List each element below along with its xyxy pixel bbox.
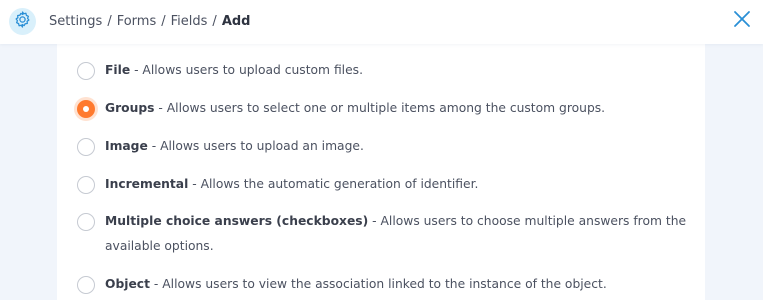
option-name: Object bbox=[105, 277, 150, 291]
breadcrumb: Settings / Forms / Fields / Add bbox=[49, 13, 251, 30]
radio-incremental[interactable] bbox=[77, 176, 95, 194]
gear-icon bbox=[13, 10, 32, 33]
radio-groups-selected[interactable] bbox=[77, 100, 95, 118]
breadcrumb-separator: / bbox=[107, 14, 112, 29]
option-incremental-text: Incremental - Allows the automatic gener… bbox=[105, 172, 695, 197]
option-image-text: Image - Allows users to upload an image. bbox=[105, 134, 695, 159]
breadcrumb-forms[interactable]: Forms bbox=[117, 14, 157, 29]
option-name: Groups bbox=[105, 101, 155, 115]
option-multiple-choice-text: Multiple choice answers (checkboxes) - A… bbox=[105, 209, 695, 259]
option-groups-text: Groups - Allows users to select one or m… bbox=[105, 96, 695, 121]
option-name: Incremental bbox=[105, 177, 189, 191]
close-button[interactable] bbox=[731, 10, 753, 32]
field-type-panel: File - Allows users to upload custom fil… bbox=[57, 44, 705, 300]
option-name: Image bbox=[105, 139, 148, 153]
breadcrumb-settings[interactable]: Settings bbox=[49, 14, 102, 29]
option-description: - Allows users to select one or multiple… bbox=[154, 101, 606, 115]
breadcrumb-separator: / bbox=[212, 14, 217, 29]
header-bar: Settings / Forms / Fields / Add bbox=[0, 0, 763, 44]
breadcrumb-separator: / bbox=[161, 14, 166, 29]
option-description: - Allows users to upload an image. bbox=[147, 139, 364, 153]
option-description: - Allows users to upload custom files. bbox=[130, 63, 363, 77]
radio-file[interactable] bbox=[77, 62, 95, 80]
option-description: - Allows users to view the association l… bbox=[149, 277, 607, 291]
option-name: File bbox=[105, 63, 131, 77]
close-icon bbox=[733, 10, 751, 32]
option-description: - Allows the automatic generation of ide… bbox=[188, 177, 479, 191]
option-object-text: Object - Allows users to view the associ… bbox=[105, 272, 695, 297]
breadcrumb-fields[interactable]: Fields bbox=[171, 14, 208, 29]
breadcrumb-current: Add bbox=[221, 14, 251, 29]
option-file-text: File - Allows users to upload custom fil… bbox=[105, 58, 695, 83]
radio-image[interactable] bbox=[77, 138, 95, 156]
radio-multiple-choice[interactable] bbox=[77, 213, 95, 231]
settings-badge[interactable] bbox=[9, 8, 36, 35]
radio-object[interactable] bbox=[77, 276, 95, 294]
option-name: Multiple choice answers (checkboxes) bbox=[105, 214, 369, 228]
